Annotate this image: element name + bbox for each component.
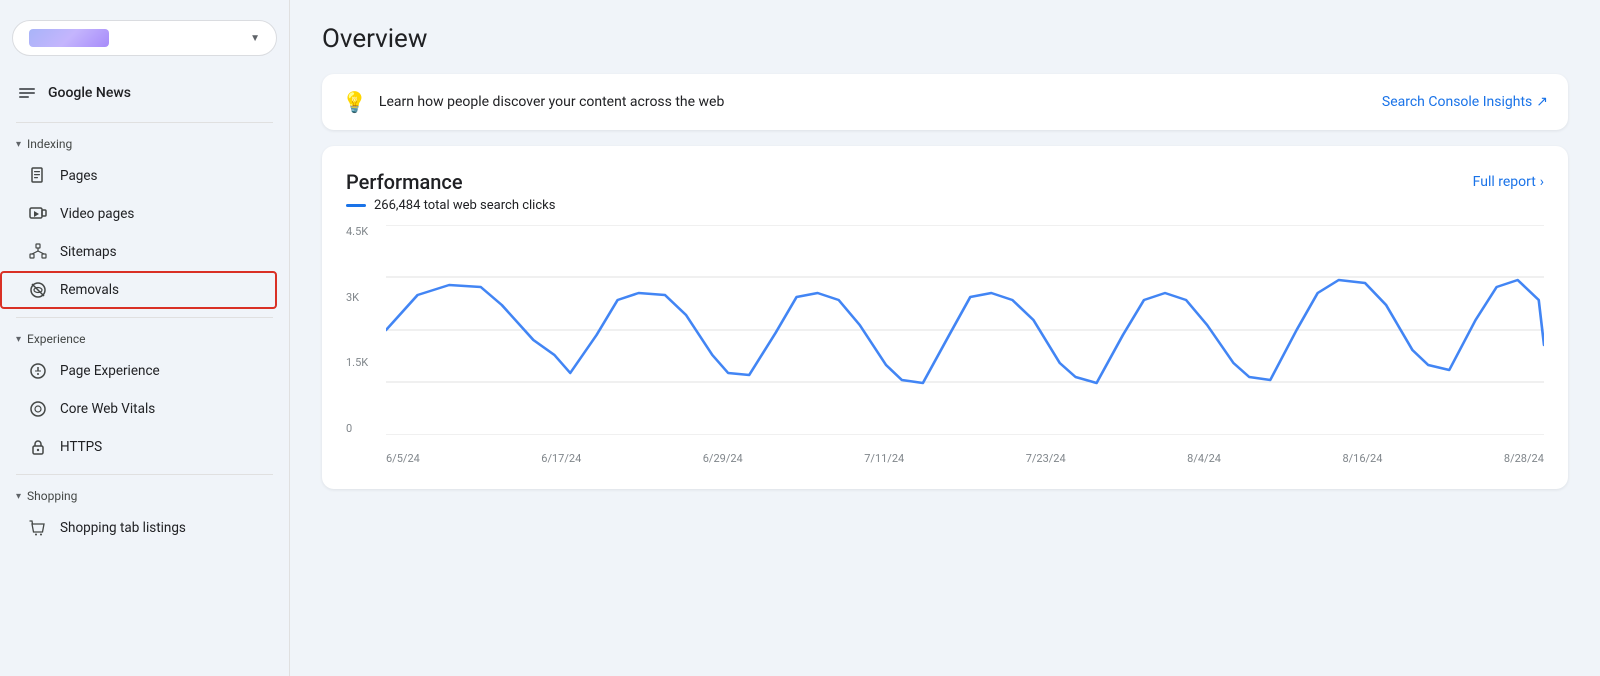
core-web-vitals-label: Core Web Vitals bbox=[60, 401, 155, 417]
y-label-0: 0 bbox=[346, 422, 382, 435]
x-label-8: 8/28/24 bbox=[1504, 452, 1544, 465]
google-news-label: Google News bbox=[48, 85, 131, 101]
video-pages-label: Video pages bbox=[60, 206, 134, 222]
info-banner: 💡 Learn how people discover your content… bbox=[322, 74, 1568, 130]
sidebar-item-pages[interactable]: Pages bbox=[0, 157, 277, 195]
pages-label: Pages bbox=[60, 168, 98, 184]
performance-chart bbox=[386, 225, 1544, 435]
section-experience[interactable]: ▾ Experience bbox=[0, 326, 289, 352]
section-shopping[interactable]: ▾ Shopping bbox=[0, 483, 289, 509]
y-label-3: 3K bbox=[346, 291, 382, 304]
sidebar-item-video-pages[interactable]: Video pages bbox=[0, 195, 277, 233]
section-indexing-label: Indexing bbox=[27, 137, 72, 151]
chart-legend: 266,484 total web search clicks bbox=[346, 198, 1544, 213]
page-experience-icon bbox=[28, 361, 48, 381]
shopping-tab-icon bbox=[28, 518, 48, 538]
console-link-label: Search Console Insights bbox=[1382, 94, 1532, 110]
chevron-right-icon: › bbox=[1540, 174, 1544, 190]
sidebar: ▼ Google News ▾ Indexing Pages bbox=[0, 0, 290, 676]
property-dropdown[interactable]: ▼ bbox=[12, 20, 277, 56]
x-label-3: 6/29/24 bbox=[703, 452, 743, 465]
page-experience-label: Page Experience bbox=[60, 363, 160, 379]
performance-title: Performance bbox=[346, 170, 463, 194]
full-report-link[interactable]: Full report › bbox=[1473, 174, 1544, 190]
page-title: Overview bbox=[322, 24, 1568, 54]
main-content: Overview 💡 Learn how people discover you… bbox=[290, 0, 1600, 676]
legend-line-icon bbox=[346, 204, 366, 207]
removals-label: Removals bbox=[60, 282, 119, 298]
search-console-insights-link[interactable]: Search Console Insights ↗ bbox=[1382, 94, 1548, 110]
divider-3 bbox=[16, 474, 273, 475]
x-label-5: 7/23/24 bbox=[1026, 452, 1066, 465]
x-label-6: 8/4/24 bbox=[1187, 452, 1221, 465]
x-label-2: 6/17/24 bbox=[541, 452, 581, 465]
sidebar-item-https[interactable]: HTTPS bbox=[0, 428, 277, 466]
x-axis-labels: 6/5/24 6/17/24 6/29/24 7/11/24 7/23/24 8… bbox=[386, 452, 1544, 465]
google-news-icon bbox=[16, 82, 38, 104]
property-avatar bbox=[29, 29, 109, 47]
chevron-icon: ▾ bbox=[16, 139, 21, 150]
section-experience-label: Experience bbox=[27, 332, 86, 346]
core-web-vitals-icon bbox=[28, 399, 48, 419]
shopping-tab-label: Shopping tab listings bbox=[60, 520, 186, 536]
video-pages-icon bbox=[28, 204, 48, 224]
x-label-4: 7/11/24 bbox=[864, 452, 904, 465]
chart-container: 4.5K 3K 1.5K 0 6/5/24 6/1 bbox=[346, 225, 1544, 465]
x-label-7: 8/16/24 bbox=[1342, 452, 1382, 465]
section-indexing[interactable]: ▾ Indexing bbox=[0, 131, 289, 157]
y-axis-labels: 4.5K 3K 1.5K 0 bbox=[346, 225, 382, 435]
divider-1 bbox=[16, 122, 273, 123]
section-shopping-label: Shopping bbox=[27, 489, 77, 503]
sitemaps-label: Sitemaps bbox=[60, 244, 117, 260]
performance-card: Performance Full report › 266,484 total … bbox=[322, 146, 1568, 489]
metric-label: 266,484 total web search clicks bbox=[374, 198, 555, 213]
google-news-item[interactable]: Google News bbox=[0, 72, 289, 114]
x-label-1: 6/5/24 bbox=[386, 452, 420, 465]
chevron-icon-2: ▾ bbox=[16, 334, 21, 345]
sidebar-item-removals[interactable]: Removals bbox=[0, 271, 277, 309]
sidebar-item-core-web-vitals[interactable]: Core Web Vitals bbox=[0, 390, 277, 428]
chevron-down-icon: ▼ bbox=[250, 33, 260, 44]
sidebar-item-shopping-tab[interactable]: Shopping tab listings bbox=[0, 509, 277, 547]
chart-area bbox=[386, 225, 1544, 435]
y-label-1: 1.5K bbox=[346, 356, 382, 369]
sidebar-item-page-experience[interactable]: Page Experience bbox=[0, 352, 277, 390]
sidebar-item-sitemaps[interactable]: Sitemaps bbox=[0, 233, 277, 271]
external-link-icon: ↗ bbox=[1536, 94, 1548, 110]
chevron-icon-3: ▾ bbox=[16, 491, 21, 502]
y-label-4: 4.5K bbox=[346, 225, 382, 238]
https-label: HTTPS bbox=[60, 439, 102, 455]
https-icon bbox=[28, 437, 48, 457]
bulb-icon: 💡 bbox=[342, 90, 367, 114]
removals-icon bbox=[28, 280, 48, 300]
dropdown-button[interactable]: ▼ bbox=[12, 20, 277, 56]
info-text: Learn how people discover your content a… bbox=[379, 94, 724, 110]
divider-2 bbox=[16, 317, 273, 318]
pages-icon bbox=[28, 166, 48, 186]
full-report-label: Full report bbox=[1473, 174, 1536, 190]
sitemaps-icon bbox=[28, 242, 48, 262]
